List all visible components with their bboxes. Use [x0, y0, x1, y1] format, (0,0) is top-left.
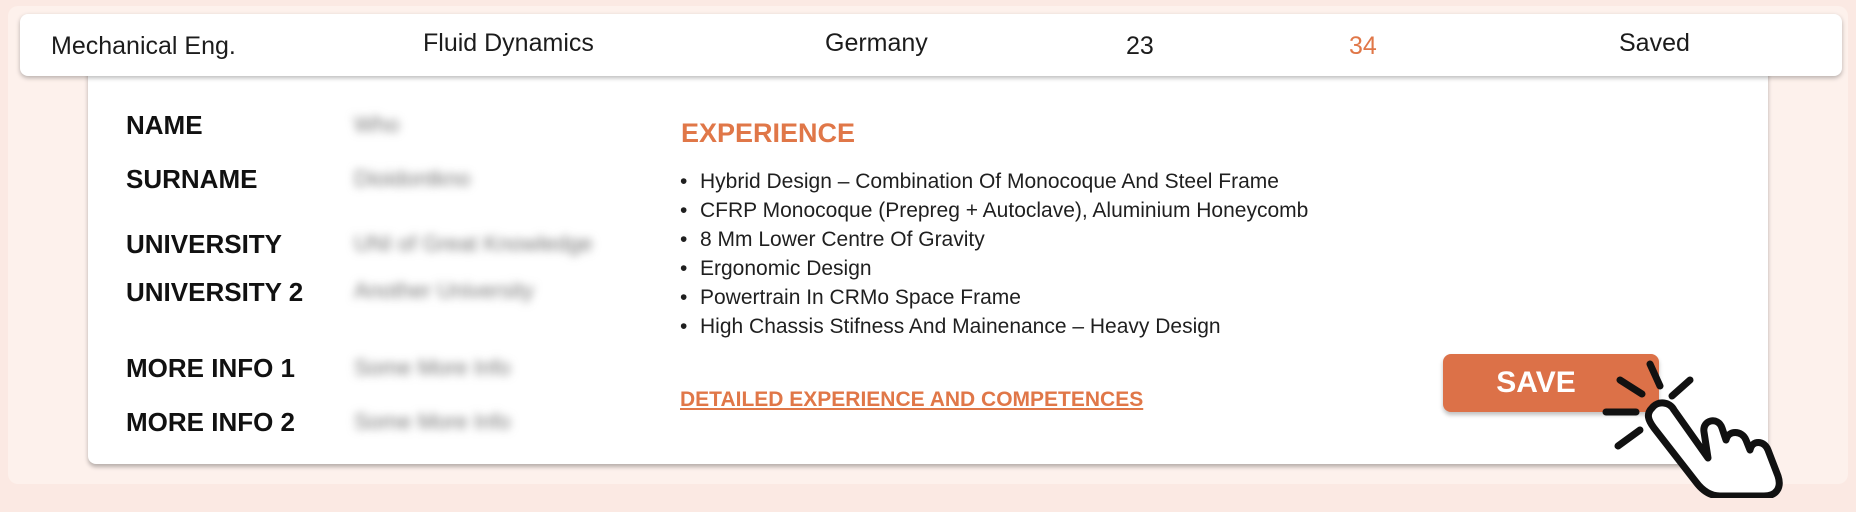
list-item: • Powertrain In CRMo Space Frame	[680, 286, 1021, 309]
summary-status: Saved	[1619, 29, 1690, 57]
university-2-label: UNIVERSITY 2	[126, 277, 304, 307]
hand-pointer-click-icon	[1602, 360, 1783, 498]
university-label: UNIVERSITY	[126, 229, 283, 259]
list-item: • CFRP Monocoque (Prepreg + Autoclave), A…	[680, 199, 1309, 222]
summary-row[interactable]: Mechanical Eng. Fluid Dynamics Germany 2…	[20, 14, 1842, 76]
university-value: UNI of Great Knowledge	[354, 231, 593, 256]
university-2-value: Another University	[354, 278, 534, 303]
experience-item-text: Powertrain In CRMo Space Frame	[700, 286, 1021, 309]
hand-shape	[1644, 399, 1783, 498]
detailed-experience-link[interactable]: DETAILED EXPERIENCE AND COMPETENCES	[680, 388, 1143, 412]
list-item: • Ergonomic Design	[680, 257, 872, 280]
click-ray	[1646, 360, 1664, 390]
summary-count-1: 23	[1126, 32, 1154, 60]
more-info-1-value: Some More Info	[354, 355, 511, 380]
click-ray	[1668, 376, 1694, 400]
more-info-2-label: MORE INFO 2	[126, 407, 296, 437]
summary-country: Germany	[825, 29, 928, 57]
more-info-1-label: MORE INFO 1	[126, 353, 296, 383]
more-info-2-value: Some More Info	[354, 409, 511, 434]
surname-value: Dioidontkno	[354, 166, 471, 191]
experience-list: • Hybrid Design – Combination Of Monocoqu…	[680, 167, 1308, 341]
experience-item-text: Ergonomic Design	[700, 257, 872, 280]
list-item: • 8 Mm Lower Centre Of Gravity	[680, 228, 985, 251]
name-value: Who	[354, 112, 400, 137]
name-label: NAME	[126, 110, 203, 140]
experience-item-text: 8 Mm Lower Centre Of Gravity	[700, 228, 985, 251]
click-ray	[1614, 426, 1644, 450]
summary-topic: Fluid Dynamics	[423, 29, 594, 57]
summary-count-2: 34	[1349, 32, 1377, 60]
surname-label: SURNAME	[126, 164, 258, 194]
click-ray	[1616, 376, 1646, 398]
experience-item-text: Hybrid Design – Combination Of Monocoque…	[700, 170, 1279, 193]
experience-item-text: CFRP Monocoque (Prepreg + Autoclave), Al…	[700, 199, 1309, 222]
experience-heading: EXPERIENCE	[681, 118, 856, 148]
list-item: • High Chassis Stifness And Mainenance – …	[680, 315, 1221, 338]
experience-item-text: High Chassis Stifness And Mainenance – H…	[700, 315, 1221, 338]
summary-field: Mechanical Eng.	[51, 32, 236, 60]
list-item: • Hybrid Design – Combination Of Monocoqu…	[680, 170, 1279, 193]
